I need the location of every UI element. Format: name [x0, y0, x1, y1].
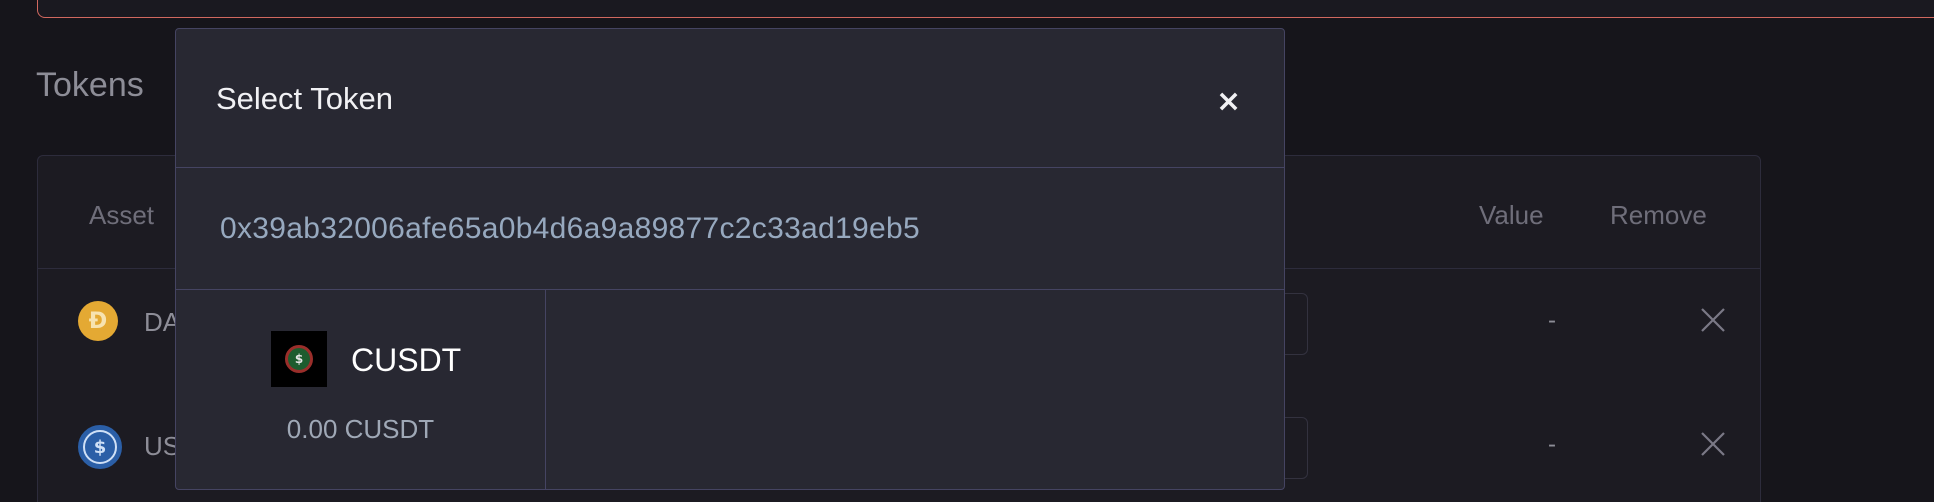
- remove-token-button[interactable]: [1698, 429, 1728, 459]
- token-value: -: [1548, 431, 1556, 458]
- select-token-modal: Select Token × $ CUSDT 0.00 CUSDT: [175, 28, 1285, 490]
- cusdt-icon: $: [271, 331, 327, 387]
- token-value: -: [1548, 307, 1556, 334]
- dai-icon: Đ: [78, 301, 118, 341]
- modal-title: Select Token: [216, 81, 393, 116]
- close-button[interactable]: ×: [1216, 87, 1241, 117]
- column-header-value: Value: [1479, 200, 1544, 230]
- app-stage: Tokens Asset nt Value Remove Đ DA - $ US…: [0, 0, 1934, 502]
- token-search-area: [176, 168, 1284, 290]
- token-option-symbol: CUSDT: [351, 342, 462, 378]
- alert-panel: [37, 0, 1934, 18]
- usdc-icon: $: [78, 425, 122, 469]
- token-search-input[interactable]: [220, 204, 1180, 254]
- modal-header: Select Token ×: [176, 29, 1284, 168]
- column-header-remove: Remove: [1610, 200, 1707, 230]
- tokens-section-title: Tokens: [36, 66, 144, 104]
- token-option-cusdt[interactable]: $ CUSDT 0.00 CUSDT: [176, 290, 546, 489]
- token-results-list: $ CUSDT 0.00 CUSDT: [176, 290, 1284, 489]
- token-option-balance: 0.00 CUSDT: [286, 414, 435, 444]
- remove-token-button[interactable]: [1698, 305, 1728, 335]
- column-header-asset: Asset: [89, 200, 155, 230]
